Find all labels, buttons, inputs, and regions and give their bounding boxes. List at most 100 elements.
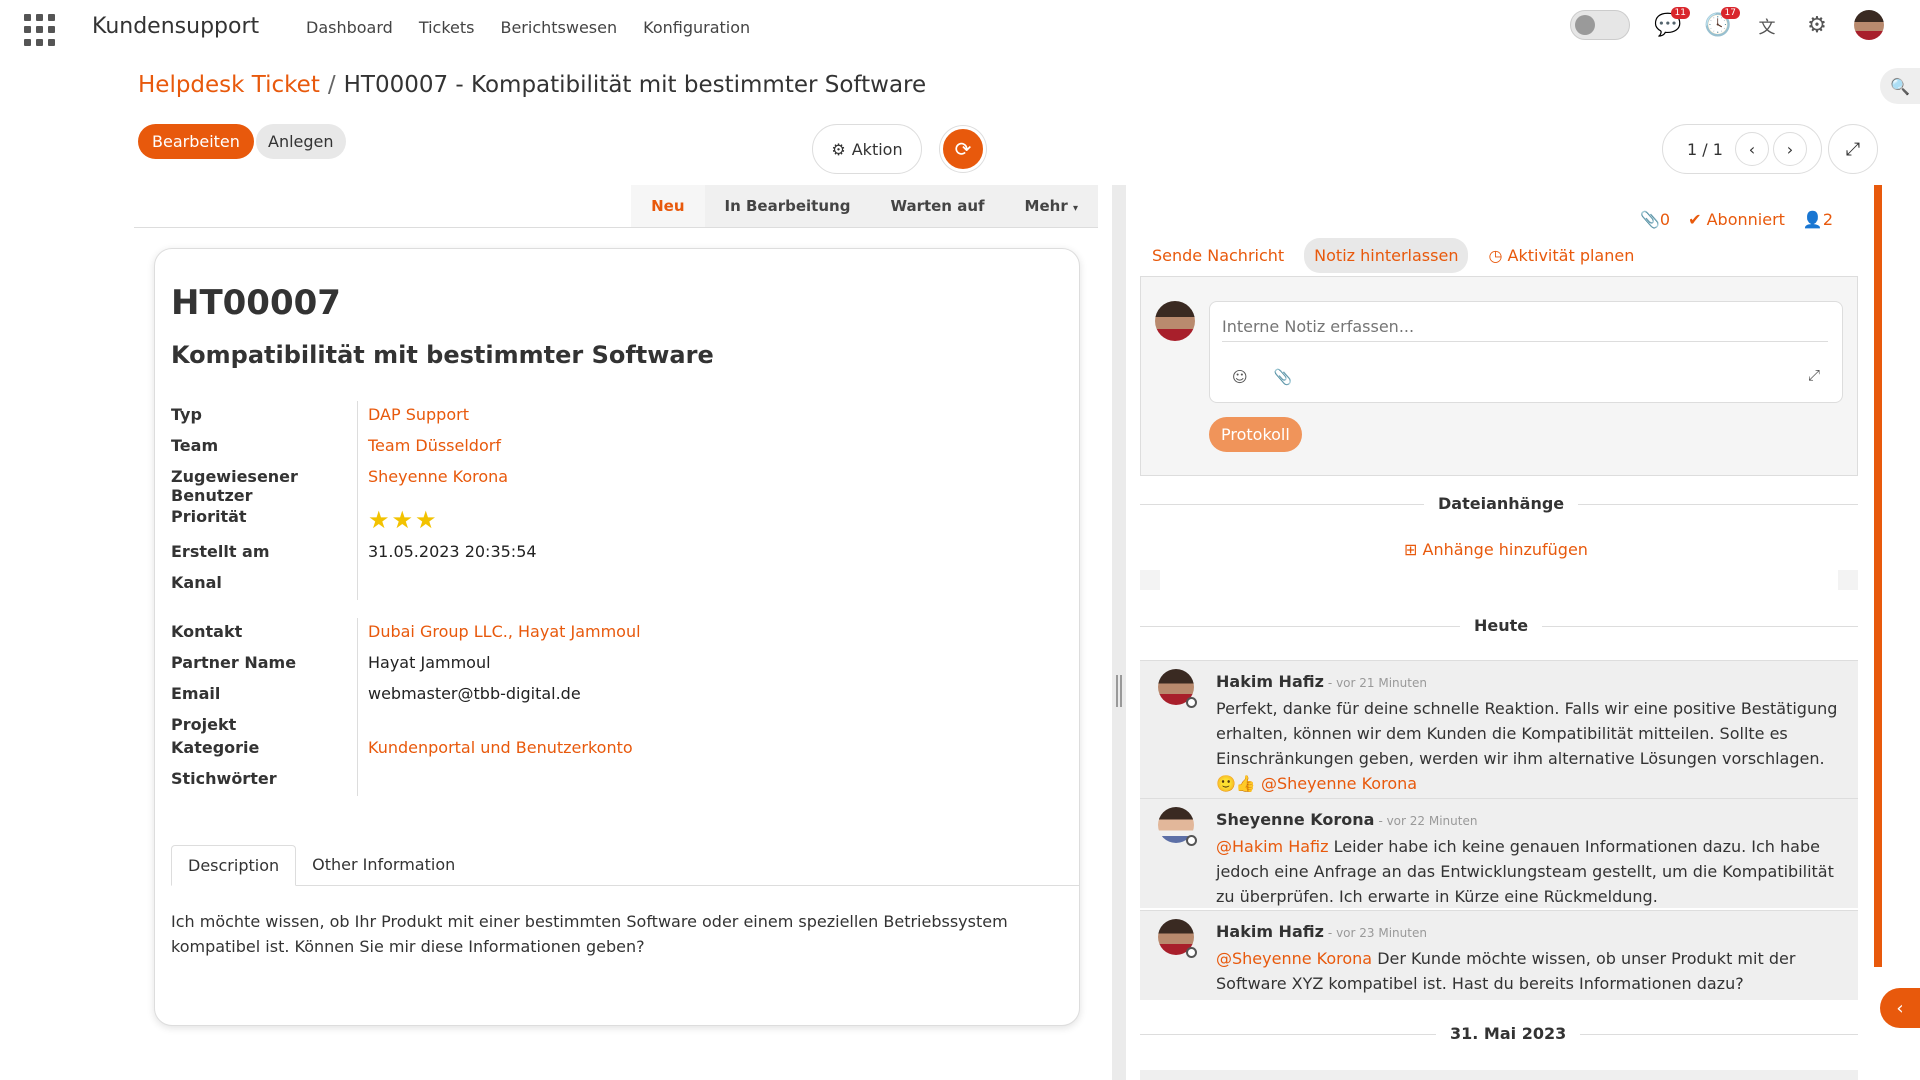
refresh-button[interactable]: ⟳ <box>940 126 986 172</box>
log-note-button[interactable]: Notiz hinterlassen <box>1304 238 1469 273</box>
schedule-activity-label: Aktivität planen <box>1507 246 1635 265</box>
field-label: Kanal <box>171 573 222 592</box>
stage-new[interactable]: Neu <box>631 185 705 227</box>
pager-value[interactable]: 1 / 1 <box>1687 140 1723 159</box>
language-icon[interactable]: 文 <box>1754 13 1780 38</box>
note-composer: ☺ 📎 ⤢ Protokoll <box>1140 276 1858 476</box>
field-label: Partner Name <box>171 653 297 672</box>
message-time: - vor 22 Minuten <box>1378 814 1478 828</box>
attachment-placeholder <box>1140 570 1160 590</box>
paperclip-icon: 📎 <box>1640 210 1660 229</box>
pager-previous-button[interactable]: ‹ <box>1734 132 1769 166</box>
edit-button[interactable]: Bearbeiten <box>138 124 254 159</box>
ticket-subject: Kompatibilität mit bestimmter Software <box>171 341 714 369</box>
message-body: Sheyenne Korona - vor 22 Minuten @Hakim H… <box>1216 807 1846 909</box>
activity-badge: 17 <box>1720 6 1740 19</box>
zoom-icon[interactable]: 🔍 <box>1880 68 1920 104</box>
chevron-down-icon: ▾ <box>1072 203 1078 214</box>
today-label: Heute <box>1460 616 1543 635</box>
paperclip-icon[interactable]: 📎 <box>1274 368 1293 386</box>
priority-value[interactable]: ★★★ <box>357 507 439 538</box>
message-body: Hakim Hafiz - vor 21 Minuten Perfekt, dan… <box>1216 669 1846 796</box>
expand-icon: ⤢ <box>1845 138 1861 160</box>
field-label: Kontakt <box>171 622 243 641</box>
presence-icon <box>1186 697 1197 708</box>
field-assigned-user: Zugewiesener Benutzer Sheyenne Korona <box>171 463 1031 507</box>
nav-configuration[interactable]: Konfiguration <box>643 18 750 37</box>
message-author[interactable]: Hakim Hafiz <box>1216 922 1324 941</box>
tags-value[interactable] <box>357 765 368 796</box>
ticket-number: HT00007 <box>171 283 341 323</box>
partner-name-value: Hayat Jammoul <box>357 649 491 680</box>
activity-clock-icon[interactable]: 🕓 17 <box>1704 6 1740 38</box>
field-label: Projekt <box>171 715 237 734</box>
drag-handle-icon[interactable] <box>1116 675 1122 707</box>
presence-icon <box>1186 835 1197 846</box>
channel-value[interactable] <box>357 569 368 600</box>
expand-button[interactable]: ⤢ <box>1828 124 1878 174</box>
log-button[interactable]: Protokoll <box>1209 417 1302 452</box>
message-author[interactable]: Hakim Hafiz <box>1216 672 1324 691</box>
chat-icon[interactable]: 💬 11 <box>1654 6 1690 38</box>
dark-mode-toggle[interactable] <box>1570 10 1630 40</box>
collapse-chatter-button[interactable]: ‹ <box>1880 988 1920 1028</box>
message-item: Hakim Hafiz - vor 21 Minuten Perfekt, dan… <box>1140 660 1858 798</box>
message-mention[interactable]: @Sheyenne Korona <box>1216 949 1372 968</box>
description-text[interactable]: Ich möchte wissen, ob Ihr Produkt mit ei… <box>171 909 1031 959</box>
top-navbar: Kundensupport Dashboard Tickets Berichts… <box>0 0 1920 56</box>
field-project: Projekt <box>171 711 1031 734</box>
stage-more[interactable]: Mehr ▾ <box>1005 185 1098 227</box>
field-label: Zugewiesener Benutzer <box>171 467 298 505</box>
note-input[interactable] <box>1222 312 1828 342</box>
message-mention[interactable]: @Hakim Hafiz <box>1216 837 1329 856</box>
attachments-counter[interactable]: 📎0 <box>1640 210 1670 229</box>
user-avatar[interactable] <box>1854 10 1884 40</box>
emoji-icon[interactable]: ☺ <box>1232 368 1248 386</box>
fullscreen-composer-icon[interactable]: ⤢ <box>1808 366 1820 384</box>
app-title[interactable]: Kundensupport <box>92 14 259 39</box>
stage-more-label: Mehr <box>1024 197 1068 215</box>
assigned-user-value[interactable]: Sheyenne Korona <box>357 463 508 507</box>
create-button[interactable]: Anlegen <box>256 124 346 159</box>
project-value[interactable] <box>357 711 368 734</box>
category-value[interactable]: Kundenportal und Benutzerkonto <box>357 734 633 765</box>
message-item: Hakim Hafiz - vor 23 Minuten @Sheyenne Ko… <box>1140 910 1858 1000</box>
message-item: Sheyenne Korona - vor 22 Minuten @Hakim H… <box>1140 798 1858 908</box>
nav-tickets[interactable]: Tickets <box>419 18 475 37</box>
team-value[interactable]: Team Düsseldorf <box>357 432 501 463</box>
ticket-form-sheet: HT00007 Kompatibilität mit bestimmter So… <box>154 248 1080 1026</box>
tab-description[interactable]: Description <box>171 845 297 886</box>
chatter-scrollbar[interactable] <box>1874 185 1882 967</box>
stage-in-progress[interactable]: In Bearbeitung <box>705 185 871 227</box>
field-team: Team Team Düsseldorf <box>171 432 1031 463</box>
schedule-activity-button[interactable]: ◷ Aktivität planen <box>1478 238 1644 273</box>
tab-other-information[interactable]: Other Information <box>296 845 471 885</box>
subscribe-label: Abonniert <box>1706 210 1785 229</box>
field-label: Stichwörter <box>171 769 277 788</box>
panel-splitter[interactable] <box>1112 185 1126 1080</box>
field-partner-name: Partner Name Hayat Jammoul <box>171 649 1031 680</box>
message-body: Hakim Hafiz - vor 23 Minuten @Sheyenne Ko… <box>1216 919 1846 996</box>
breadcrumb: Helpdesk Ticket / HT00007 - Kompatibilität… <box>138 72 926 98</box>
contact-value[interactable]: Dubai Group LLC., Hayat Jammoul <box>357 618 641 649</box>
followers-counter[interactable]: 👤2 <box>1803 210 1833 229</box>
status-bar: Neu In Bearbeitung Warten auf Mehr ▾ <box>134 185 1098 228</box>
stage-waiting[interactable]: Warten auf <box>870 185 1004 227</box>
notebook-tabs: Description Other Information <box>171 845 1079 886</box>
nav-reporting[interactable]: Berichtswesen <box>500 18 617 37</box>
add-attachment-button[interactable]: ⊞ Anhänge hinzufügen <box>1404 540 1588 559</box>
action-button[interactable]: ⚙ Aktion <box>812 124 922 174</box>
breadcrumb-parent[interactable]: Helpdesk Ticket <box>138 72 320 98</box>
subscribe-toggle[interactable]: ✔ Abonniert <box>1688 210 1785 229</box>
priority-stars-icon[interactable]: ★★★ <box>368 506 439 534</box>
type-value[interactable]: DAP Support <box>357 401 469 432</box>
message-author[interactable]: Sheyenne Korona <box>1216 810 1374 829</box>
message-mention[interactable]: @Sheyenne Korona <box>1261 774 1417 793</box>
app-menu-icon[interactable] <box>24 14 56 46</box>
message-emoji: 🙂👍 <box>1216 774 1256 793</box>
gear-icon[interactable]: ⚙ <box>1804 13 1830 38</box>
nav-dashboard[interactable]: Dashboard <box>306 18 393 37</box>
send-message-button[interactable]: Sende Nachricht <box>1142 238 1294 273</box>
pager-next-button[interactable]: › <box>1772 132 1807 166</box>
presence-icon <box>1186 947 1197 958</box>
